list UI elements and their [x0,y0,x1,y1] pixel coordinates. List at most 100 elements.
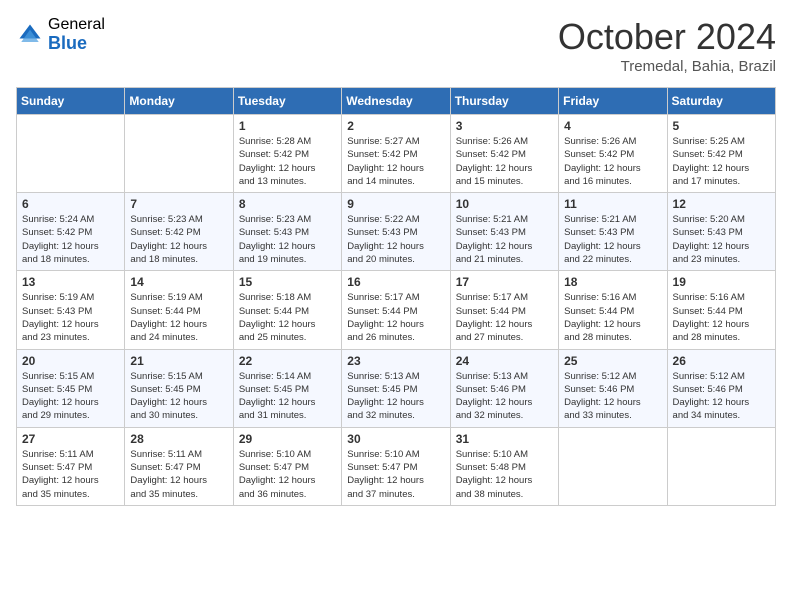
day-number: 3 [456,119,553,133]
day-info: Sunrise: 5:11 AMSunset: 5:47 PMDaylight:… [22,448,119,501]
day-info: Sunrise: 5:21 AMSunset: 5:43 PMDaylight:… [456,213,553,266]
calendar-cell: 24Sunrise: 5:13 AMSunset: 5:46 PMDayligh… [450,349,558,427]
calendar-header-monday: Monday [125,88,233,115]
day-info: Sunrise: 5:21 AMSunset: 5:43 PMDaylight:… [564,213,661,266]
day-info: Sunrise: 5:18 AMSunset: 5:44 PMDaylight:… [239,291,336,344]
day-number: 4 [564,119,661,133]
calendar-header-saturday: Saturday [667,88,775,115]
day-info: Sunrise: 5:28 AMSunset: 5:42 PMDaylight:… [239,135,336,188]
title-block: October 2024 Tremedal, Bahia, Brazil [558,16,776,75]
calendar-week-row: 1Sunrise: 5:28 AMSunset: 5:42 PMDaylight… [17,115,776,193]
calendar-header-tuesday: Tuesday [233,88,341,115]
calendar-cell: 10Sunrise: 5:21 AMSunset: 5:43 PMDayligh… [450,193,558,271]
day-number: 22 [239,354,336,368]
day-number: 5 [673,119,770,133]
calendar-cell: 1Sunrise: 5:28 AMSunset: 5:42 PMDaylight… [233,115,341,193]
day-info: Sunrise: 5:26 AMSunset: 5:42 PMDaylight:… [456,135,553,188]
calendar-week-row: 27 Sunrise: 5:11 AMSunset: 5:47 PMDayligh… [17,427,776,505]
logo-blue: Blue [48,34,105,54]
calendar-cell: 11Sunrise: 5:21 AMSunset: 5:43 PMDayligh… [559,193,667,271]
day-info: Sunrise: 5:15 AMSunset: 5:45 PMDaylight:… [22,370,119,423]
calendar-cell: 9Sunrise: 5:22 AMSunset: 5:43 PMDaylight… [342,193,450,271]
calendar-table: SundayMondayTuesdayWednesdayThursdayFrid… [16,87,776,506]
calendar-header-wednesday: Wednesday [342,88,450,115]
calendar-cell: 16 Sunrise: 5:17 AMSunset: 5:44 PMDayligh… [342,271,450,349]
day-info: Sunrise: 5:24 AMSunset: 5:42 PMDaylight:… [22,213,119,266]
day-number: 12 [673,197,770,211]
day-number: 2 [347,119,444,133]
day-number: 8 [239,197,336,211]
logo-icon [16,21,44,49]
calendar-cell: 31Sunrise: 5:10 AMSunset: 5:48 PMDayligh… [450,427,558,505]
day-info: Sunrise: 5:12 AMSunset: 5:46 PMDaylight:… [673,370,770,423]
day-info: Sunrise: 5:22 AMSunset: 5:43 PMDaylight:… [347,213,444,266]
day-info: Sunrise: 5:10 AMSunset: 5:47 PMDaylight:… [347,448,444,501]
day-info: Sunrise: 5:13 AMSunset: 5:46 PMDaylight:… [456,370,553,423]
day-number: 7 [130,197,227,211]
calendar-cell: 27 Sunrise: 5:11 AMSunset: 5:47 PMDayligh… [17,427,125,505]
calendar-week-row: 13 Sunrise: 5:19 AMSunset: 5:43 PMDayligh… [17,271,776,349]
calendar-cell: 20 Sunrise: 5:15 AMSunset: 5:45 PMDayligh… [17,349,125,427]
logo-text: General Blue [48,16,105,53]
day-number: 20 [22,354,119,368]
day-number: 16 [347,275,444,289]
calendar-header-friday: Friday [559,88,667,115]
day-number: 25 [564,354,661,368]
day-info: Sunrise: 5:20 AMSunset: 5:43 PMDaylight:… [673,213,770,266]
day-number: 28 [130,432,227,446]
calendar-cell: 26 Sunrise: 5:12 AMSunset: 5:46 PMDayligh… [667,349,775,427]
location-title: Tremedal, Bahia, Brazil [558,58,776,75]
calendar-cell: 23 Sunrise: 5:13 AMSunset: 5:45 PMDayligh… [342,349,450,427]
day-number: 6 [22,197,119,211]
month-title: October 2024 [558,16,776,58]
day-number: 15 [239,275,336,289]
calendar-cell: 3 Sunrise: 5:26 AMSunset: 5:42 PMDaylight… [450,115,558,193]
calendar-cell: 19Sunrise: 5:16 AMSunset: 5:44 PMDayligh… [667,271,775,349]
calendar-cell: 25 Sunrise: 5:12 AMSunset: 5:46 PMDayligh… [559,349,667,427]
day-info: Sunrise: 5:26 AMSunset: 5:42 PMDaylight:… [564,135,661,188]
day-number: 26 [673,354,770,368]
calendar-week-row: 20 Sunrise: 5:15 AMSunset: 5:45 PMDayligh… [17,349,776,427]
day-info: Sunrise: 5:14 AMSunset: 5:45 PMDaylight:… [239,370,336,423]
day-info: Sunrise: 5:12 AMSunset: 5:46 PMDaylight:… [564,370,661,423]
calendar-cell: 5 Sunrise: 5:25 AMSunset: 5:42 PMDaylight… [667,115,775,193]
calendar-cell: 29 Sunrise: 5:10 AMSunset: 5:47 PMDayligh… [233,427,341,505]
day-number: 23 [347,354,444,368]
calendar-cell: 21 Sunrise: 5:15 AMSunset: 5:45 PMDayligh… [125,349,233,427]
day-info: Sunrise: 5:23 AMSunset: 5:42 PMDaylight:… [130,213,227,266]
day-number: 27 [22,432,119,446]
day-number: 21 [130,354,227,368]
day-info: Sunrise: 5:16 AMSunset: 5:44 PMDaylight:… [564,291,661,344]
calendar-cell: 4 Sunrise: 5:26 AMSunset: 5:42 PMDaylight… [559,115,667,193]
calendar-header-row: SundayMondayTuesdayWednesdayThursdayFrid… [17,88,776,115]
calendar-cell: 30Sunrise: 5:10 AMSunset: 5:47 PMDayligh… [342,427,450,505]
day-info: Sunrise: 5:15 AMSunset: 5:45 PMDaylight:… [130,370,227,423]
calendar-cell [17,115,125,193]
day-number: 29 [239,432,336,446]
logo-general: General [48,16,105,34]
calendar-cell [125,115,233,193]
day-info: Sunrise: 5:25 AMSunset: 5:42 PMDaylight:… [673,135,770,188]
day-info: Sunrise: 5:23 AMSunset: 5:43 PMDaylight:… [239,213,336,266]
day-info: Sunrise: 5:10 AMSunset: 5:47 PMDaylight:… [239,448,336,501]
day-info: Sunrise: 5:17 AMSunset: 5:44 PMDaylight:… [347,291,444,344]
calendar-cell: 15 Sunrise: 5:18 AMSunset: 5:44 PMDayligh… [233,271,341,349]
calendar-header-sunday: Sunday [17,88,125,115]
calendar-cell: 17Sunrise: 5:17 AMSunset: 5:44 PMDayligh… [450,271,558,349]
day-info: Sunrise: 5:13 AMSunset: 5:45 PMDaylight:… [347,370,444,423]
day-number: 14 [130,275,227,289]
day-info: Sunrise: 5:19 AMSunset: 5:43 PMDaylight:… [22,291,119,344]
calendar-cell: 2Sunrise: 5:27 AMSunset: 5:42 PMDaylight… [342,115,450,193]
calendar-cell: 18Sunrise: 5:16 AMSunset: 5:44 PMDayligh… [559,271,667,349]
calendar-cell: 8 Sunrise: 5:23 AMSunset: 5:43 PMDaylight… [233,193,341,271]
calendar-cell [559,427,667,505]
day-number: 13 [22,275,119,289]
calendar-cell: 22 Sunrise: 5:14 AMSunset: 5:45 PMDayligh… [233,349,341,427]
day-number: 31 [456,432,553,446]
calendar-cell: 14Sunrise: 5:19 AMSunset: 5:44 PMDayligh… [125,271,233,349]
day-number: 17 [456,275,553,289]
day-info: Sunrise: 5:11 AMSunset: 5:47 PMDaylight:… [130,448,227,501]
calendar-week-row: 6 Sunrise: 5:24 AMSunset: 5:42 PMDaylight… [17,193,776,271]
calendar-cell: 28 Sunrise: 5:11 AMSunset: 5:47 PMDayligh… [125,427,233,505]
calendar-cell [667,427,775,505]
